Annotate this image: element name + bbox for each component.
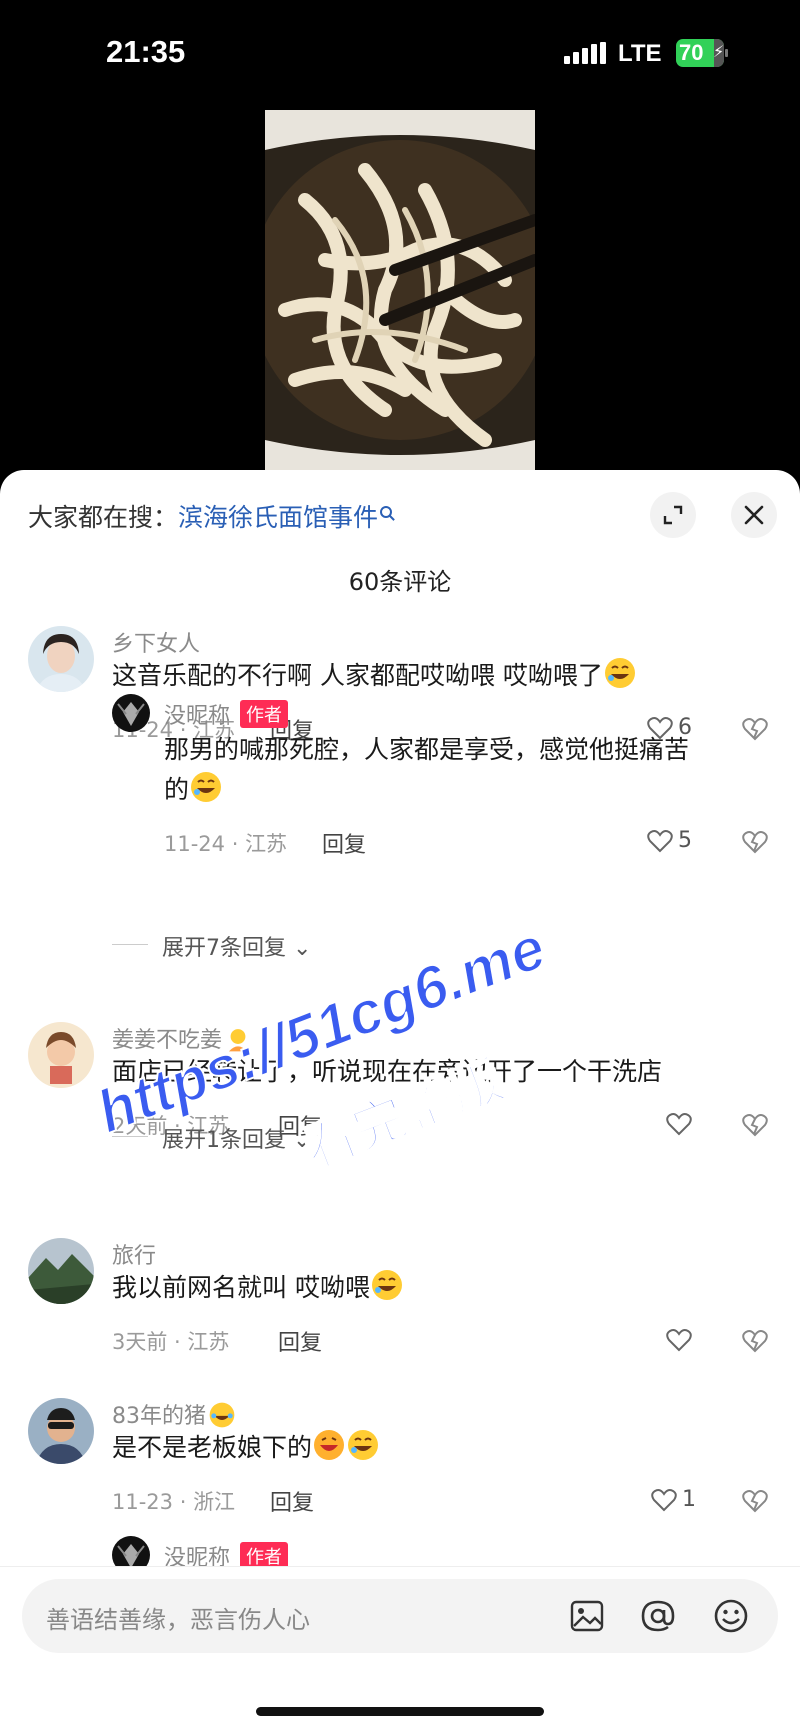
reply-button[interactable]: 回复	[278, 1325, 322, 1357]
comment-text-content: 我以前网名就叫 哎呦喂	[112, 1273, 370, 1302]
heart-icon[interactable]	[666, 1328, 692, 1352]
expand-icon	[663, 505, 683, 525]
comment-text: 面店已经转让了，听说现在在旁边开了一个干洗店	[112, 1057, 663, 1086]
battery-level: 70	[679, 40, 704, 65]
laughing-emoji-icon	[191, 772, 222, 802]
video-preview[interactable]	[265, 110, 535, 470]
reply-text: 那男的喊那死腔，人家都是享受，感觉他挺痛苦	[164, 735, 690, 764]
comment-input-bar: 善语结善缘，恶言伤人心	[0, 1566, 800, 1736]
status-bar: 21:35 LTE 70 ⚡	[0, 0, 800, 100]
close-icon	[744, 505, 764, 525]
avatar[interactable]	[28, 1238, 94, 1304]
comment-text: 是不是老板娘下的	[112, 1428, 380, 1468]
comment-author-name: 姜姜不吃姜	[112, 1028, 223, 1053]
laughing-emoji-icon	[371, 1270, 402, 1300]
avatar[interactable]	[28, 1022, 94, 1088]
broken-heart-icon[interactable]	[742, 829, 768, 855]
chevron-down-icon: ⌄	[293, 1128, 312, 1153]
person-emoji-icon	[228, 1029, 248, 1052]
expand-replies-label: 展开7条回复	[162, 936, 286, 961]
comment-text: 我以前网名就叫 哎呦喂	[112, 1268, 404, 1308]
comment-input-placeholder: 善语结善缘，恶言伤人心	[46, 1606, 310, 1634]
reply-button[interactable]: 回复	[322, 827, 366, 859]
comment-location: 江苏	[187, 1330, 230, 1354]
expand-button[interactable]	[650, 492, 696, 538]
comment-author[interactable]: 乡下女人	[112, 626, 200, 658]
laughing-emoji-icon	[604, 658, 635, 688]
reply-button[interactable]: 回复	[270, 1485, 314, 1517]
broken-heart-icon[interactable]	[742, 1328, 768, 1354]
signal-icon	[564, 42, 606, 64]
mention-icon[interactable]	[639, 1597, 677, 1635]
expand-replies-label: 展开1条回复	[162, 1128, 286, 1153]
image-icon[interactable]	[568, 1597, 606, 1635]
reply-date: 11-24	[164, 832, 226, 856]
home-indicator[interactable]	[256, 1707, 544, 1716]
heart-icon[interactable]	[651, 1488, 677, 1512]
trending-search-label: 大家都在搜：	[28, 503, 179, 532]
heart-icon[interactable]	[647, 829, 673, 853]
comment-input[interactable]: 善语结善缘，恶言伤人心	[22, 1579, 778, 1653]
broken-heart-icon[interactable]	[742, 716, 768, 742]
comment-text-content: 是不是老板娘下的	[112, 1433, 313, 1462]
reply-text-cont: 的	[164, 770, 223, 810]
comment-author-name: 83年的猪	[112, 1404, 206, 1429]
avatar[interactable]	[112, 694, 150, 732]
comment-date: 3天前	[112, 1330, 168, 1354]
chevron-down-icon: ⌄	[293, 936, 312, 961]
reply-author[interactable]: 没昵称 作者	[164, 698, 289, 730]
search-icon	[380, 506, 393, 518]
avatar[interactable]	[28, 1398, 94, 1464]
comment-author[interactable]: 旅行	[112, 1238, 156, 1270]
comment-location: 浙江	[193, 1490, 236, 1514]
comment-meta: 11-23 · 浙江	[112, 1490, 236, 1514]
reply-location: 江苏	[245, 832, 288, 856]
author-badge: 作者	[240, 700, 289, 728]
trending-search-term[interactable]: 滨海徐氏面馆事件	[178, 503, 378, 532]
grinning-emoji-icon	[314, 1430, 345, 1460]
close-button[interactable]	[731, 492, 777, 538]
comment-count: 60条评论	[348, 568, 452, 596]
like-count: 1	[682, 1487, 696, 1512]
like-count: 5	[678, 828, 692, 853]
network-label: LTE	[618, 40, 662, 67]
comment-meta: 3天前 · 江苏	[112, 1330, 230, 1354]
comment-date: 11-23	[112, 1490, 174, 1514]
reply-text-line2: 的	[164, 775, 190, 804]
tears-of-joy-emoji-icon	[209, 1402, 235, 1428]
noodle-bowl-image	[265, 110, 535, 470]
comment-text-content: 这音乐配的不行啊 人家都配哎呦喂 哎呦喂了	[112, 661, 603, 690]
expand-replies-button[interactable]: 展开1条回复 ⌄	[112, 1122, 311, 1154]
reply-author-name: 没昵称	[164, 704, 231, 729]
status-time: 21:35	[106, 34, 186, 69]
broken-heart-icon[interactable]	[742, 1488, 768, 1514]
comment-text: 这音乐配的不行啊 人家都配哎呦喂 哎呦喂了	[112, 656, 637, 696]
broken-heart-icon[interactable]	[742, 1112, 768, 1138]
trending-search[interactable]: 大家都在搜：滨海徐氏面馆事件	[28, 498, 393, 534]
heart-icon[interactable]	[666, 1112, 692, 1136]
laughing-emoji-icon	[348, 1430, 379, 1460]
comment-author[interactable]: 83年的猪	[112, 1398, 236, 1430]
comment-author[interactable]: 姜姜不吃姜	[112, 1022, 252, 1054]
avatar[interactable]	[28, 626, 94, 692]
expand-replies-button[interactable]: 展开7条回复 ⌄	[112, 930, 311, 962]
comments-sheet: 大家都在搜：滨海徐氏面馆事件 60条评论 乡下女人 这音乐配的不行啊 人家都配哎…	[0, 470, 800, 1736]
reply-meta: 11-24 · 江苏	[164, 832, 288, 856]
battery-icon: 70 ⚡	[676, 39, 728, 67]
emoji-icon[interactable]	[712, 1597, 750, 1635]
